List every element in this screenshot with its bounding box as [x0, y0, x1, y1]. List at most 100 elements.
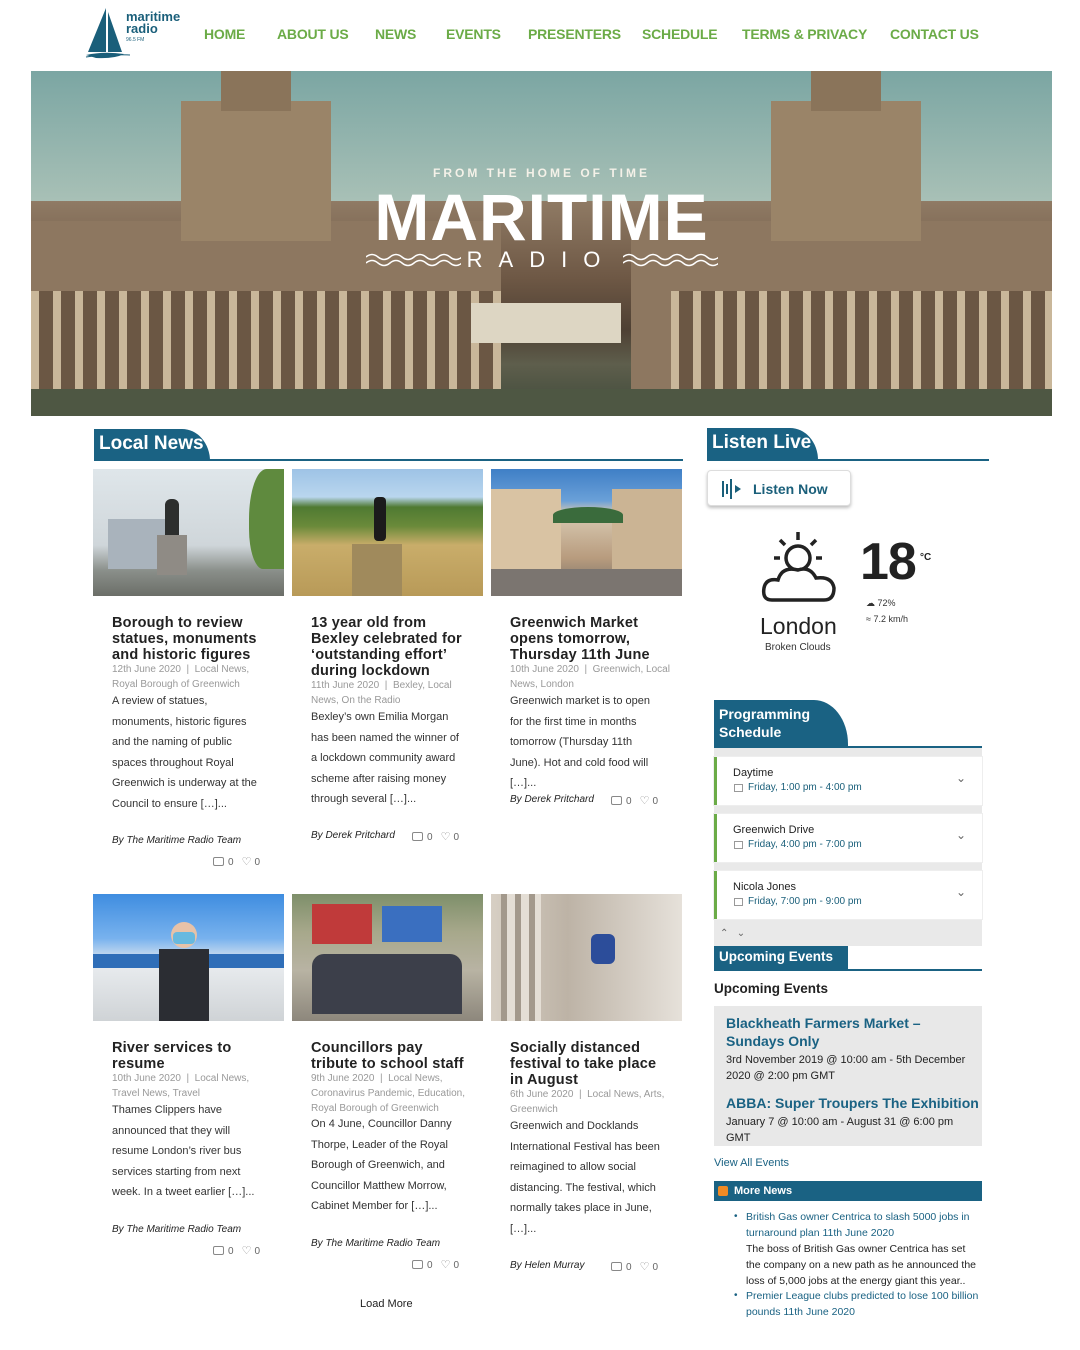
listen-now-label: Listen Now	[753, 481, 828, 497]
weather-temperature: 18	[860, 533, 917, 591]
chevron-down-icon[interactable]: ⌄	[737, 928, 745, 939]
chevron-down-icon[interactable]: ⌄	[956, 828, 966, 842]
comment-count: 0	[228, 1246, 234, 1257]
article-meta: 12th June 2020 | Local News, Royal Borou…	[112, 664, 250, 690]
comment-count: 0	[427, 832, 433, 843]
like-count: 0	[254, 1246, 260, 1257]
article-title[interactable]: Socially distanced festival to take plac…	[510, 1040, 670, 1088]
comment-icon[interactable]	[611, 1262, 622, 1271]
more-news-link[interactable]: British Gas owner Centrica to slash 5000…	[746, 1209, 982, 1241]
view-all-events-link[interactable]: View All Events	[714, 1157, 789, 1169]
nav-presenters[interactable]: PRESENTERS	[528, 26, 621, 42]
article-author[interactable]: By The Maritime Radio Team	[112, 835, 241, 846]
schedule-item[interactable]: Nicola Jones Friday, 7:00 pm - 9:00 pm ⌄	[714, 871, 982, 919]
schedule-item[interactable]: Daytime Friday, 1:00 pm - 4:00 pm ⌄	[714, 757, 982, 805]
article-author[interactable]: By Derek Pritchard	[510, 794, 594, 805]
weather-city: London	[760, 613, 837, 639]
hero-title: MARITIME	[374, 180, 709, 254]
weather-unit: °C	[920, 552, 932, 563]
comment-count: 0	[427, 1260, 433, 1271]
calendar-icon	[734, 784, 743, 792]
event-title[interactable]: Blackheath Farmers Market – Sundays Only	[726, 1014, 946, 1050]
chevron-down-icon[interactable]: ⌄	[956, 885, 966, 899]
like-count: 0	[652, 796, 658, 807]
audio-wave-icon	[722, 479, 741, 499]
article-author[interactable]: By The Maritime Radio Team	[311, 1238, 440, 1249]
article-counts: 0 ♡ 0	[412, 1258, 459, 1271]
comment-icon[interactable]	[611, 796, 622, 805]
wind-value: 7.2 km/h	[873, 614, 908, 624]
show-time: Friday, 4:00 pm - 7:00 pm	[748, 839, 862, 850]
load-more-button[interactable]: Load More	[360, 1298, 413, 1310]
heart-icon[interactable]: ♡	[441, 1258, 451, 1271]
article-excerpt: Thames Clippers have announced that they…	[112, 1104, 255, 1198]
article-excerpt: A review of statues, monuments, historic…	[112, 695, 257, 810]
comment-icon[interactable]	[213, 857, 224, 866]
show-name: Daytime	[733, 767, 774, 779]
schedule-scroll-arrows: ⌃ ⌄	[720, 928, 745, 939]
article-date: 12th June 2020	[112, 664, 181, 675]
nav-home[interactable]: HOME	[204, 26, 245, 42]
school-photo[interactable]	[292, 894, 483, 1021]
comment-icon[interactable]	[412, 1260, 423, 1269]
comment-count: 0	[228, 857, 234, 868]
nav-schedule[interactable]: SCHEDULE	[642, 26, 718, 42]
upcoming-events-heading: Upcoming Events	[714, 981, 829, 996]
nav-about-us[interactable]: ABOUT US	[277, 26, 349, 42]
chevron-down-icon[interactable]: ⌄	[956, 771, 966, 785]
article-counts: 0 ♡ 0	[213, 1244, 260, 1257]
hero-tagline: FROM THE HOME OF TIME	[433, 166, 650, 180]
article-date: 6th June 2020	[510, 1089, 574, 1100]
nav-news[interactable]: NEWS	[375, 26, 416, 42]
article-title[interactable]: 13 year old from Bexley celebrated for ‘…	[311, 615, 471, 679]
weather-conditions: Broken Clouds	[765, 642, 831, 653]
article-author[interactable]: By The Maritime Radio Team	[112, 1224, 241, 1235]
show-name: Nicola Jones	[733, 881, 796, 893]
article-title[interactable]: River services to resume	[112, 1040, 272, 1072]
runner-photo[interactable]	[292, 469, 483, 596]
weather-humidity: ☁ 72%	[866, 598, 896, 609]
schedule-item[interactable]: Greenwich Drive Friday, 4:00 pm - 7:00 p…	[714, 814, 982, 862]
nav-terms-privacy[interactable]: TERMS & PRIVACY	[742, 26, 867, 42]
heart-icon[interactable]: ♡	[242, 855, 252, 868]
comment-count: 0	[626, 796, 632, 807]
comment-icon[interactable]	[412, 832, 423, 841]
show-name: Greenwich Drive	[733, 824, 815, 836]
river-boat-photo[interactable]	[93, 894, 284, 1021]
statue-photo[interactable]	[93, 469, 284, 596]
humidity-icon: ☁	[866, 598, 875, 608]
bullet-icon: •	[734, 1290, 738, 1301]
rss-icon[interactable]	[718, 1186, 728, 1196]
show-time: Friday, 1:00 pm - 4:00 pm	[748, 782, 862, 793]
article-author[interactable]: By Derek Pritchard	[311, 830, 395, 841]
listen-now-button[interactable]: Listen Now	[707, 470, 851, 506]
wind-icon: ≈	[866, 614, 871, 624]
article-meta: 9th June 2020 | Local News, Coronavirus …	[311, 1073, 465, 1114]
nav-events[interactable]: EVENTS	[446, 26, 501, 42]
more-news-header: More News	[714, 1181, 982, 1201]
programming-schedule-heading: Programming Schedule	[714, 700, 848, 747]
heart-icon[interactable]: ♡	[640, 1260, 650, 1273]
article-title[interactable]: Borough to review statues, monuments and…	[112, 615, 272, 663]
article-date: 10th June 2020	[510, 664, 579, 675]
market-photo[interactable]	[491, 469, 682, 596]
heart-icon[interactable]: ♡	[242, 1244, 252, 1257]
article-title[interactable]: Greenwich Market opens tomorrow, Thursda…	[510, 615, 670, 663]
article-title[interactable]: Councillors pay tribute to school staff	[311, 1040, 471, 1072]
article-counts: 0 ♡ 0	[213, 855, 260, 868]
article-author[interactable]: By Helen Murray	[510, 1260, 584, 1271]
more-news-summary: The boss of British Gas owner Centrica h…	[746, 1243, 977, 1287]
like-count: 0	[453, 832, 459, 843]
chevron-up-icon[interactable]: ⌃	[720, 928, 728, 939]
comment-icon[interactable]	[213, 1246, 224, 1255]
article-meta: 11th June 2020 | Bexley, Local News, On …	[311, 680, 452, 706]
heart-icon[interactable]: ♡	[640, 794, 650, 807]
more-news-link[interactable]: Premier League clubs predicted to lose 1…	[746, 1288, 982, 1320]
festival-dancer-photo[interactable]	[491, 894, 682, 1021]
hero-subtitle: RADIO	[466, 247, 617, 272]
heart-icon[interactable]: ♡	[441, 830, 451, 843]
event-title[interactable]: ABBA: Super Troupers The Exhibition	[726, 1094, 982, 1112]
calendar-icon	[734, 898, 743, 906]
local-news-rule	[94, 459, 683, 461]
nav-contact-us[interactable]: CONTACT US	[890, 26, 979, 42]
